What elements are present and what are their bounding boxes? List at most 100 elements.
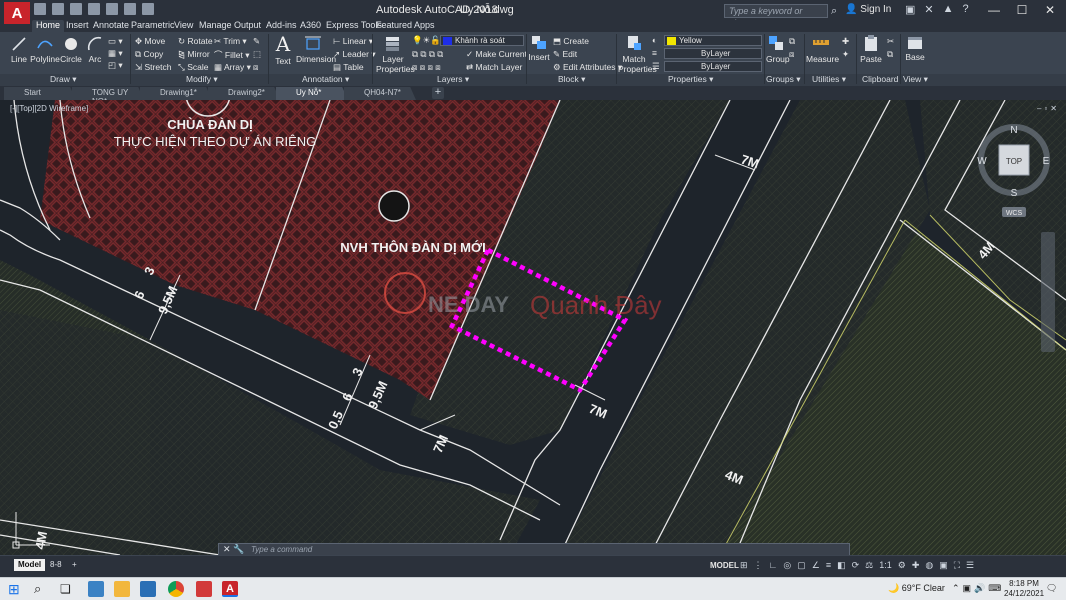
search-icon[interactable]: ⌕ [831, 5, 837, 18]
maximize-button[interactable]: ☐ [1008, 2, 1036, 18]
plot-icon[interactable] [106, 3, 118, 15]
polyline-button[interactable]: Polyline [30, 36, 60, 64]
line-button[interactable]: Line [8, 36, 30, 64]
color-palette-icon[interactable]: ◐ [652, 35, 657, 45]
autocad-taskbar-icon[interactable]: A [222, 581, 238, 597]
viewport-window-controls[interactable]: –▫✕ [1037, 104, 1060, 113]
exchange-icon[interactable]: ✕ [924, 3, 933, 16]
app-menu-button[interactable]: A [4, 2, 30, 24]
dimension-button[interactable]: Dimension [296, 36, 336, 64]
trim-button[interactable]: ✂ Trim ▾ [214, 36, 247, 47]
viewport-controls-label[interactable]: [-][Top][2D Wireframe] [10, 104, 88, 113]
add-layout-icon[interactable]: + [68, 559, 81, 571]
command-line-close-icon[interactable]: ✕ 🔧 [223, 544, 244, 555]
lineweight-toggle-icon[interactable]: ≡ [826, 560, 831, 571]
save-as-icon[interactable] [88, 3, 100, 15]
grid-icon[interactable]: ⊞ [740, 560, 748, 571]
taskbar-clock[interactable]: 8:18 PM 24/12/2021 [1004, 579, 1044, 599]
tab-insert[interactable]: Insert [62, 20, 93, 32]
minimize-button[interactable]: — [980, 2, 1008, 18]
match-layer-button[interactable]: ⇄ Match Layer [466, 62, 522, 73]
linear-button[interactable]: ⊢ Linear ▾ [333, 36, 373, 47]
osnap-icon[interactable]: ▢ [797, 560, 806, 571]
stretch-button[interactable]: ⇲ Stretch [135, 62, 171, 73]
color-dropdown[interactable]: Yellow [664, 35, 762, 46]
wcs-menu[interactable]: WCS [1006, 210, 1023, 217]
weather-widget[interactable]: 🌙 69°F Clear [888, 583, 945, 594]
cut-icon[interactable]: ✂ [887, 36, 894, 47]
store-icon[interactable] [140, 581, 156, 597]
tab-view[interactable]: View [170, 20, 197, 32]
doc-tab-drawing2[interactable]: Drawing2* [208, 87, 280, 100]
workspace-gear-icon[interactable]: ⚙ [898, 560, 906, 571]
edit-attributes-button[interactable]: ⚙ Edit Attributes ▾ [553, 62, 622, 73]
layer-state-icons[interactable]: 💡☀🔓 [412, 35, 441, 46]
ortho-icon[interactable]: ∟ [769, 560, 778, 571]
otrack-icon[interactable]: ∠ [812, 560, 820, 571]
offset-icon[interactable]: ⧈ [253, 62, 258, 73]
make-current-button[interactable]: ✓ Make Current [466, 49, 527, 60]
calculator-icon[interactable]: ✚ [842, 36, 849, 47]
insert-button[interactable]: Insert [528, 34, 550, 62]
linetype-dropdown[interactable]: ByLayer [664, 61, 762, 72]
create-block-button[interactable]: ⬒ Create [553, 36, 589, 47]
compass-north[interactable]: N [1010, 125, 1017, 136]
cart-icon[interactable]: ▣ [905, 3, 915, 16]
doc-tab-start[interactable]: Start [4, 87, 76, 100]
pdf-reader-icon[interactable] [196, 581, 212, 597]
ungroup-icon[interactable]: ⧉ [789, 36, 795, 47]
new-icon[interactable] [34, 3, 46, 15]
selection-cycling-icon[interactable]: ⟳ [852, 560, 860, 571]
command-input[interactable]: Type a command [251, 545, 312, 554]
open-icon[interactable] [52, 3, 64, 15]
explode-icon[interactable]: ⬚ [253, 49, 261, 60]
new-tab-button[interactable]: + [432, 87, 444, 99]
linetype-icon[interactable]: ☰ [652, 61, 660, 72]
chrome-icon[interactable] [168, 581, 184, 597]
compass-west[interactable]: W [977, 156, 987, 167]
scale-button[interactable]: ⤡ Scale [178, 62, 208, 73]
plus-icon[interactable]: ✚ [912, 560, 920, 571]
annotation-scale-icon[interactable]: ⚖ [865, 560, 873, 571]
drawing-viewport[interactable]: CHÙA ĐÀN DỊ THỰC HIỆN THEO DỰ ÁN RIÊNG N… [0, 100, 1066, 555]
measure-button[interactable]: Measure [806, 34, 839, 64]
rotate-button[interactable]: ↻ Rotate [178, 36, 213, 47]
layer-properties-button[interactable]: Layer Properties [376, 34, 415, 74]
group-button[interactable]: Group [766, 34, 790, 64]
task-view-icon[interactable]: ❏ [60, 581, 76, 597]
scale-value[interactable]: 1:1 [879, 560, 892, 571]
copy-clip-icon[interactable]: ⧉ [887, 49, 893, 60]
compass-south[interactable]: S [1011, 188, 1018, 199]
layer-dropdown[interactable]: Khảnh rà soát [440, 35, 524, 46]
group-edit-icon[interactable]: ⧈ [789, 49, 794, 60]
paste-button[interactable]: Paste [860, 34, 882, 64]
tab-output[interactable]: Output [230, 20, 265, 32]
search-icon[interactable]: ⌕ [34, 581, 50, 597]
doc-tab-qh04-n7[interactable]: QH04-N7* [344, 87, 416, 100]
layout-tab-model[interactable]: Model [14, 559, 46, 571]
windows-start-icon[interactable]: ⊞ [8, 581, 24, 597]
search-input[interactable]: Type a keyword or phrase [724, 4, 828, 28]
layout-tab-8-8[interactable]: 8-8 [46, 559, 66, 571]
arc-button[interactable]: Arc [84, 36, 106, 64]
doc-tab-drawing1[interactable]: Drawing1* [140, 87, 212, 100]
user-icon[interactable]: ▲ [943, 3, 954, 16]
table-button[interactable]: ▤ Table [333, 62, 364, 73]
redo-icon[interactable] [142, 3, 154, 15]
edge-icon[interactable] [88, 581, 104, 597]
edit-block-button[interactable]: ✎ Edit [553, 49, 577, 60]
hardware-accel-icon[interactable]: ▣ [939, 560, 948, 571]
doc-tab-uy-no[interactable]: Uy Nỗ* [276, 87, 348, 100]
file-explorer-icon[interactable] [114, 581, 130, 597]
isolate-icon[interactable]: ◍ [925, 560, 933, 571]
model-space-toggle[interactable]: MODEL [710, 561, 739, 570]
polar-icon[interactable]: ◎ [783, 560, 791, 571]
fillet-button[interactable]: ⌒ Fillet ▾ [214, 49, 249, 61]
notification-icon[interactable]: 🗨 [1046, 583, 1057, 594]
copy-button[interactable]: ⧉ Copy [135, 49, 163, 60]
doc-tab-tong-uy-no[interactable]: TONG UY NO* [72, 87, 144, 100]
move-button[interactable]: ✥ Move [135, 36, 165, 47]
sign-in-button[interactable]: 👤 Sign In [845, 4, 891, 15]
lineweight-dropdown[interactable]: ByLayer [664, 48, 762, 59]
tab-home[interactable]: Home [32, 20, 65, 32]
